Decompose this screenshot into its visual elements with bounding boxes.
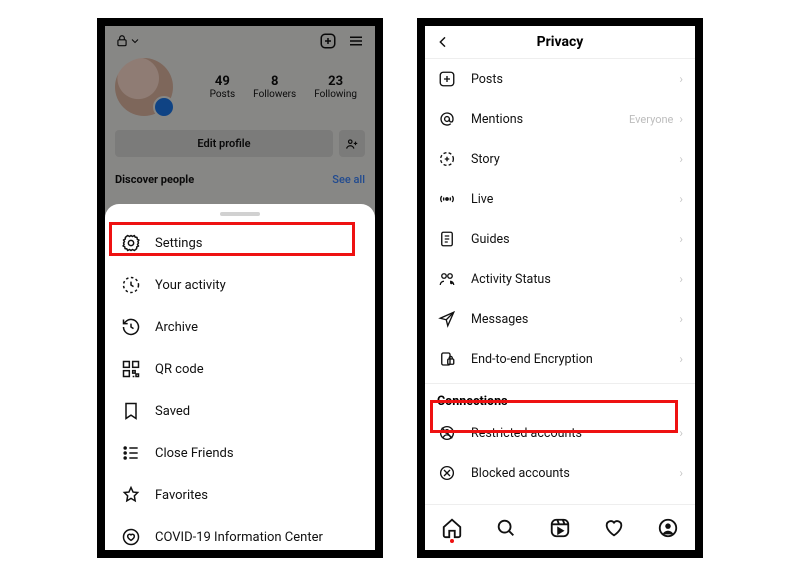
row-restricted[interactable]: Restricted accounts › [425, 413, 695, 453]
menu-qr-code[interactable]: QR code [105, 348, 375, 390]
back-icon[interactable] [435, 34, 455, 50]
guides-icon [437, 229, 457, 249]
page-title: Privacy [455, 34, 665, 50]
tab-home[interactable] [441, 517, 463, 539]
tab-reels[interactable] [549, 517, 571, 539]
row-blocked[interactable]: Blocked accounts › [425, 453, 695, 493]
phone-right: Privacy Posts › Mentions Everyone › Stor… [417, 18, 703, 558]
menu-favorites[interactable]: Favorites [105, 474, 375, 516]
activity-status-icon [437, 269, 457, 289]
tab-search[interactable] [495, 517, 517, 539]
chevron-right-icon: › [679, 466, 683, 480]
edit-profile-button[interactable]: Edit profile [115, 130, 333, 157]
story-icon [437, 149, 457, 169]
row-story[interactable]: Story › [425, 139, 695, 179]
lock-icon [115, 34, 129, 48]
menu-covid[interactable]: COVID-19 Information Center [105, 516, 375, 558]
menu-label: QR code [155, 362, 204, 377]
row-label: Guides [471, 232, 510, 247]
row-label: Blocked accounts [471, 466, 570, 481]
sheet-grip[interactable] [220, 212, 260, 216]
chevron-right-icon: › [679, 152, 683, 166]
row-label: Story [471, 152, 500, 167]
chevron-right-icon: › [679, 72, 683, 86]
live-icon [437, 189, 457, 209]
profile-stats: 49Posts 8Followers 23Following [210, 74, 357, 100]
blocked-icon [437, 463, 457, 483]
activity-icon [121, 275, 141, 295]
row-label: Posts [471, 72, 503, 87]
chevron-right-icon: › [679, 352, 683, 366]
row-live[interactable]: Live › [425, 179, 695, 219]
privacy-list: Posts › Mentions Everyone › Story › Live… [425, 59, 695, 558]
chevron-right-icon: › [679, 426, 683, 440]
row-label: Mentions [471, 112, 523, 127]
create-icon[interactable] [319, 32, 337, 50]
menu-label: Favorites [155, 488, 208, 503]
at-icon [437, 109, 457, 129]
menu-saved[interactable]: Saved [105, 390, 375, 432]
row-label: Activity Status [471, 272, 551, 287]
menu-close-friends[interactable]: Close Friends [105, 432, 375, 474]
chevron-right-icon: › [679, 112, 683, 126]
section-connections: Connections [425, 384, 695, 413]
info-heart-icon [121, 527, 141, 547]
menu-label: Settings [155, 236, 202, 251]
bottom-sheet: Settings Your activity Archive QR code S… [105, 204, 375, 550]
row-posts[interactable]: Posts › [425, 59, 695, 99]
tab-bar [425, 504, 695, 550]
see-all-link[interactable]: See all [332, 173, 365, 186]
tab-activity[interactable] [603, 517, 625, 539]
gear-icon [121, 233, 141, 253]
send-icon [437, 309, 457, 329]
row-label: Restricted accounts [471, 426, 582, 441]
archive-icon [121, 317, 141, 337]
menu-label: Archive [155, 320, 198, 335]
menu-settings[interactable]: Settings [105, 222, 375, 264]
menu-label: COVID-19 Information Center [155, 530, 323, 545]
row-value: Everyone [629, 113, 673, 126]
menu-label: Close Friends [155, 446, 234, 461]
menu-label: Saved [155, 404, 190, 419]
chevron-right-icon: › [679, 232, 683, 246]
restricted-icon [437, 423, 457, 443]
chevron-right-icon: › [679, 312, 683, 326]
row-label: End-to-end Encryption [471, 352, 593, 367]
row-label: Messages [471, 312, 528, 327]
chevron-right-icon: › [679, 272, 683, 286]
chevron-down-icon[interactable] [129, 35, 319, 47]
avatar[interactable] [115, 58, 173, 116]
row-guides[interactable]: Guides › [425, 219, 695, 259]
discover-people-label: Discover people [115, 173, 194, 186]
stat-followers[interactable]: 8Followers [253, 74, 296, 100]
add-friend-icon[interactable] [339, 130, 365, 157]
stat-following[interactable]: 23Following [314, 74, 357, 100]
menu-label: Your activity [155, 278, 226, 293]
privacy-header: Privacy [425, 26, 695, 59]
row-messages[interactable]: Messages › [425, 299, 695, 339]
row-encryption[interactable]: End-to-end Encryption › [425, 339, 695, 379]
star-icon [121, 485, 141, 505]
menu-archive[interactable]: Archive [105, 306, 375, 348]
shield-lock-icon [437, 349, 457, 369]
phone-left: 49Posts 8Followers 23Following Edit prof… [97, 18, 383, 558]
menu-your-activity[interactable]: Your activity [105, 264, 375, 306]
tab-profile[interactable] [657, 517, 679, 539]
bookmark-icon [121, 401, 141, 421]
menu-icon[interactable] [347, 32, 365, 50]
qr-icon [121, 359, 141, 379]
chevron-right-icon: › [679, 192, 683, 206]
row-label: Live [471, 192, 493, 207]
row-mentions[interactable]: Mentions Everyone › [425, 99, 695, 139]
row-activity-status[interactable]: Activity Status › [425, 259, 695, 299]
posts-icon [437, 69, 457, 89]
stat-posts[interactable]: 49Posts [210, 74, 236, 100]
list-icon [121, 443, 141, 463]
